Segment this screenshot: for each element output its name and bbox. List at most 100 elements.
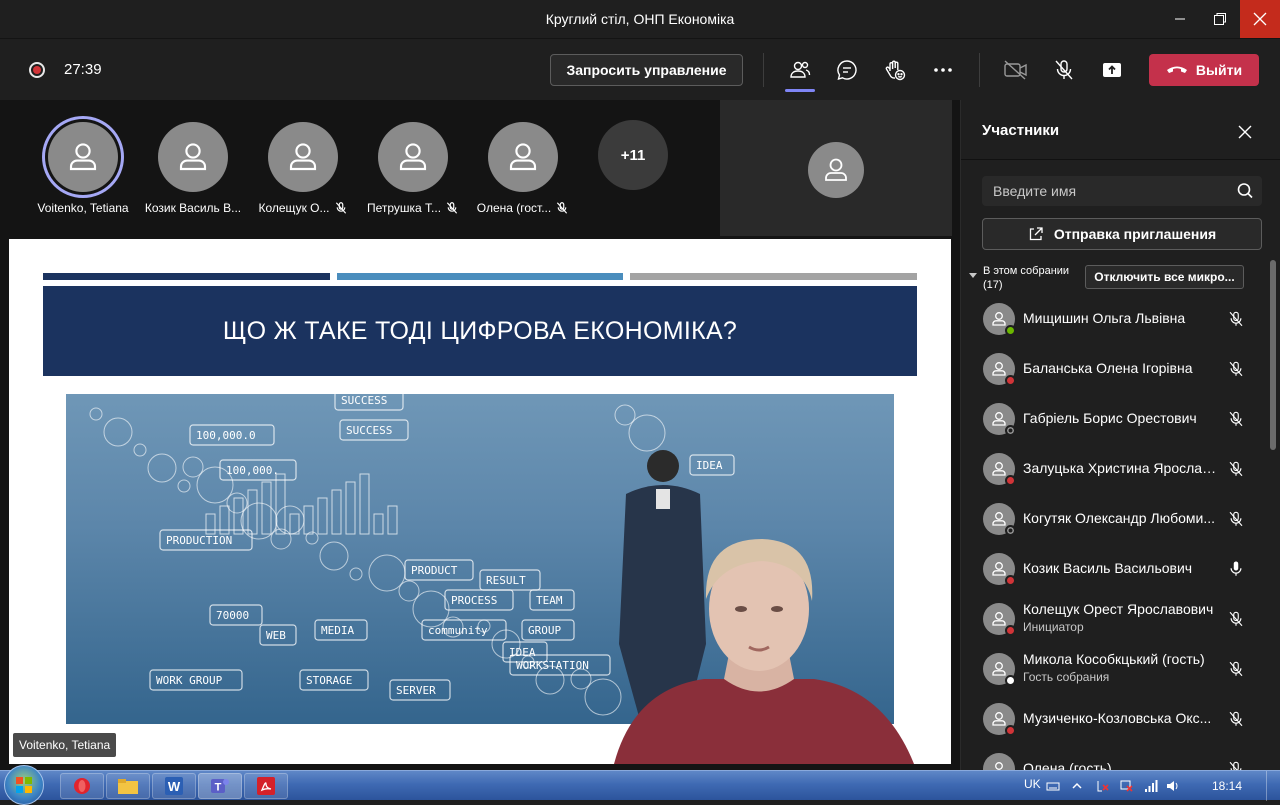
doodle-word: TEAM — [536, 594, 563, 607]
volume-icon[interactable] — [1166, 779, 1180, 793]
participant-mic-status[interactable] — [1225, 758, 1247, 770]
signal-icon[interactable] — [1144, 779, 1158, 793]
close-panel-button[interactable] — [1235, 122, 1255, 142]
microphone-toggle-button[interactable] — [1049, 55, 1079, 85]
action-center-icon[interactable] — [1096, 779, 1110, 793]
doodle-bar — [303, 505, 314, 535]
participant-tile[interactable]: Петрушка Т... — [358, 118, 468, 215]
slide-accent-bar — [43, 273, 330, 280]
doodle-circle — [182, 456, 204, 478]
avatar — [268, 122, 338, 192]
participant-mic-status[interactable] — [1225, 458, 1247, 480]
more-icon — [934, 68, 952, 72]
doodle-circle — [368, 554, 406, 592]
doodle-bar — [205, 513, 216, 535]
doodle-circle — [319, 541, 349, 571]
doodle-circle — [349, 567, 363, 581]
muted-mic-icon — [1229, 711, 1243, 727]
close-window-button[interactable] — [1240, 0, 1280, 38]
participant-tile[interactable]: Voitenko, Tetiana — [28, 118, 138, 215]
taskbar-app-acrobat[interactable] — [244, 773, 288, 799]
participant-mic-status[interactable] — [1225, 358, 1247, 380]
taskbar-app-word[interactable]: W — [152, 773, 196, 799]
person-icon — [179, 143, 207, 171]
participant-row[interactable]: Габріель Борис Орестович — [961, 396, 1271, 446]
participant-row[interactable]: Колещук Орест Ярославович Инициатор — [961, 596, 1271, 646]
keyboard-icon[interactable] — [1046, 779, 1060, 793]
taskbar-app-explorer[interactable] — [106, 773, 150, 799]
slide-title-box: ЩО Ж ТАКЕ ТОДІ ЦИФРОВА ЕКОНОМІКА? — [43, 286, 917, 376]
participant-mic-status[interactable] — [1225, 558, 1247, 580]
participant-name: Петрушка Т... — [366, 201, 442, 215]
participant-tile[interactable]: Олена (гост... — [468, 118, 578, 215]
start-button[interactable] — [4, 765, 44, 805]
raise-hand-icon — [885, 60, 906, 81]
participant-row[interactable]: Олена (гость) — [961, 746, 1271, 770]
presence-status-icon — [1005, 725, 1016, 736]
participant-row[interactable]: Баланська Олена Ігорівна — [961, 346, 1271, 396]
doodle-circle — [133, 443, 147, 457]
network-alert-icon[interactable] — [1120, 779, 1134, 793]
request-control-button[interactable]: Запросить управление — [550, 54, 743, 86]
share-screen-button[interactable] — [1097, 55, 1127, 85]
presenter-figure — [614, 539, 914, 764]
panel-scrollbar[interactable] — [1270, 260, 1276, 450]
presence-status-icon — [1005, 475, 1016, 486]
mute-all-button[interactable]: Отключить все микро... — [1085, 265, 1244, 289]
doodle-word: MEDIA — [321, 624, 354, 637]
participant-mic-status[interactable] — [1225, 308, 1247, 330]
more-options-button[interactable] — [928, 55, 958, 85]
participant-row[interactable]: Залуцька Христина Ярославі... — [961, 446, 1271, 496]
search-input[interactable] — [982, 176, 1228, 206]
more-participants-button[interactable]: +11 — [598, 120, 668, 190]
participant-tile[interactable]: Колещук О... — [248, 118, 358, 215]
avatar — [983, 753, 1015, 770]
system-clock[interactable]: 18:14 — [1212, 779, 1242, 793]
participant-mic-status[interactable] — [1225, 408, 1247, 430]
avatar — [158, 122, 228, 192]
camera-toggle-button[interactable] — [1001, 55, 1031, 85]
participant-mic-status[interactable] — [1225, 658, 1247, 680]
person-icon — [992, 612, 1006, 626]
recording-indicator-icon — [29, 62, 45, 78]
participant-mic-status[interactable] — [1225, 508, 1247, 530]
active-tab-indicator — [785, 89, 815, 92]
toolbar-divider — [979, 53, 980, 87]
taskbar-app-opera[interactable] — [60, 773, 104, 799]
send-invite-button[interactable]: Отправка приглашения — [982, 218, 1262, 250]
person-icon — [289, 143, 317, 171]
meeting-stage: Voitenko, Tetiana Козик Василь В... Колещу… — [0, 100, 960, 770]
doodle-word: SUCCESS — [341, 394, 387, 407]
reactions-button[interactable] — [880, 55, 910, 85]
meeting-toolbar: 27:39 Запросить управление Выйти — [0, 38, 1280, 100]
show-desktop-button[interactable] — [1266, 771, 1280, 801]
doodle-word: PRODUCT — [411, 564, 458, 577]
doodle-circle — [412, 590, 450, 628]
participants-button[interactable] — [785, 55, 815, 85]
language-indicator[interactable]: UK — [1024, 777, 1041, 791]
meeting-timer: 27:39 — [64, 61, 102, 78]
slide-accent-bar — [630, 273, 917, 280]
collapse-triangle-icon[interactable] — [969, 271, 977, 279]
participant-name: Залуцька Христина Ярославі... — [1023, 460, 1219, 476]
participant-role: Гость собрания — [1023, 670, 1110, 684]
doodle-circle — [570, 668, 592, 690]
participant-mic-status[interactable] — [1225, 708, 1247, 730]
participant-tile[interactable]: Козик Василь В... — [138, 118, 248, 215]
participant-row[interactable]: Козик Василь Васильович — [961, 546, 1271, 596]
chat-button[interactable] — [832, 55, 862, 85]
minimize-button[interactable] — [1160, 0, 1200, 38]
participant-mic-status[interactable] — [1225, 608, 1247, 630]
participant-name: Микола Кособкцький (гость) — [1023, 651, 1205, 667]
participant-row[interactable]: Микола Кособкцький (гость) Гость собрания — [961, 646, 1271, 696]
participant-row[interactable]: Музиченко-Козловська Окс... — [961, 696, 1271, 746]
people-icon — [790, 61, 811, 78]
doodle-bar — [331, 489, 342, 535]
participant-row[interactable]: Мищишин Ольга Львівна — [961, 296, 1271, 346]
participant-row[interactable]: Когутяк Олександр Любоми... — [961, 496, 1271, 546]
tray-expand-icon[interactable] — [1070, 779, 1084, 793]
leave-button[interactable]: Выйти — [1149, 54, 1259, 86]
restore-button[interactable] — [1200, 0, 1240, 38]
taskbar-app-teams[interactable]: T — [198, 773, 242, 799]
participants-list: Мищишин Ольга Львівна Баланська Олена Іго… — [961, 296, 1271, 770]
